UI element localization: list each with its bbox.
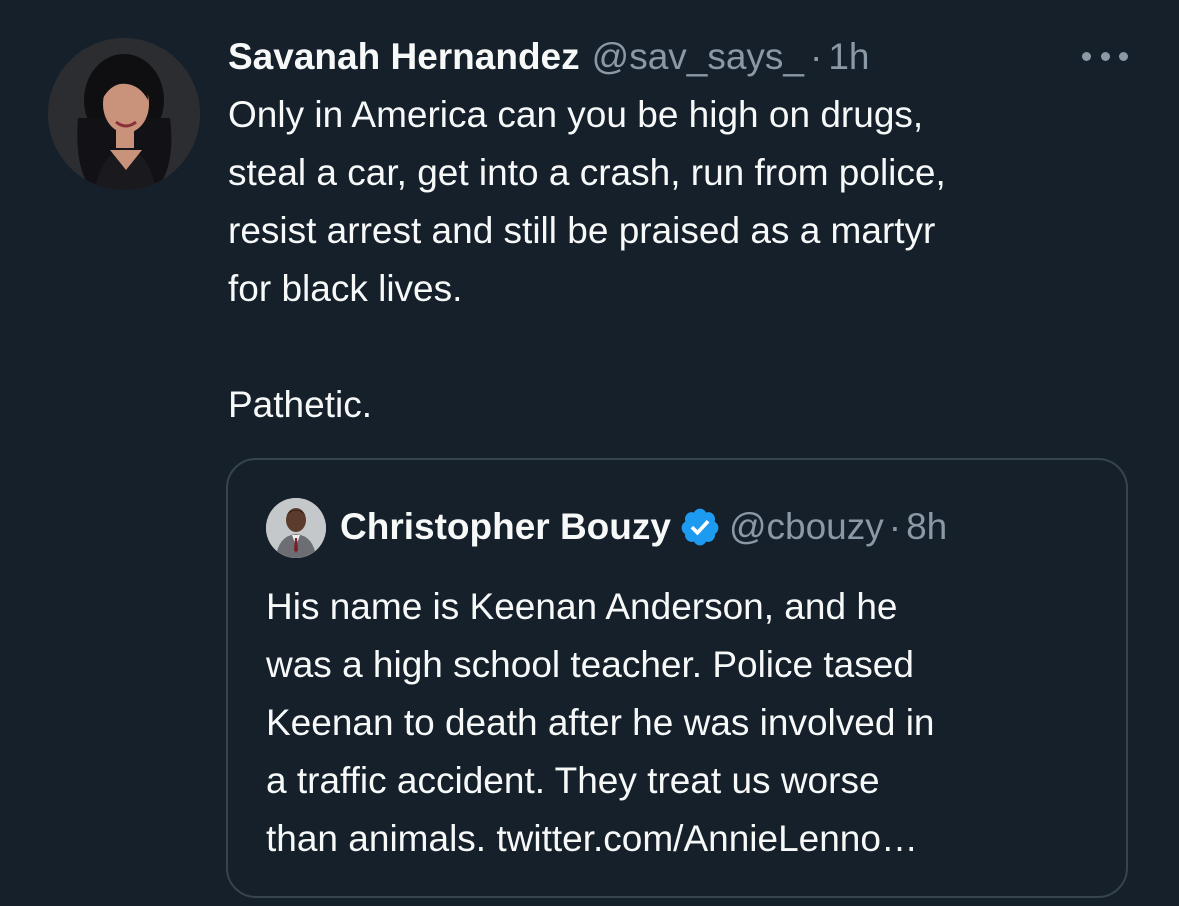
quoted-text-line: a traffic accident. They treat us worse [266,760,880,801]
tweet-text-closing: Pathetic. [228,384,372,425]
tweet-text-line: resist arrest and still be praised as a … [228,210,936,251]
tweet-text-line: steal a car, get into a crash, run from … [228,152,946,193]
author-handle[interactable]: @sav_says_ [592,36,804,78]
quoted-text-line: than animals. twitter.com/AnnieLenno… [266,818,918,859]
tweet-timestamp[interactable]: 1h [828,36,869,78]
tweet[interactable]: Savanah Hernandez @sav_says_ · 1h Only i… [0,0,1179,906]
quoted-text-line: His name is Keenan Anderson, and he [266,586,898,627]
author-avatar[interactable] [48,38,200,190]
quoted-text-line: was a high school teacher. Police tased [266,644,914,685]
tweet-text-line: Only in America can you be high on drugs… [228,94,924,135]
quoted-author-name[interactable]: Christopher Bouzy [340,506,671,548]
quoted-tweet-card[interactable]: Christopher Bouzy @cbouzy · 8h His name … [226,458,1128,898]
quoted-author-avatar[interactable] [266,498,326,558]
verified-badge-icon [681,508,719,546]
separator-dot: · [888,506,902,547]
more-horizontal-icon [1082,51,1091,61]
quoted-tweet-timestamp[interactable]: 8h [906,506,947,548]
quoted-tweet-text: His name is Keenan Anderson, and he was … [266,578,1096,868]
separator-dot: · [810,36,823,77]
tweet-header: Savanah Hernandez @sav_says_ · 1h [228,36,870,82]
author-name[interactable]: Savanah Hernandez [228,36,580,78]
quoted-author-handle[interactable]: @cbouzy [729,506,884,548]
more-horizontal-icon [1100,51,1110,61]
quoted-tweet-header: Christopher Bouzy @cbouzy · 8h [340,504,947,550]
quoted-text-line: Keenan to death after he was involved in [266,702,935,743]
more-options-button[interactable] [1082,44,1128,68]
tweet-text-line: for black lives. [228,268,463,309]
tweet-text: Only in America can you be high on drugs… [228,86,1148,434]
more-horizontal-icon [1119,51,1128,61]
